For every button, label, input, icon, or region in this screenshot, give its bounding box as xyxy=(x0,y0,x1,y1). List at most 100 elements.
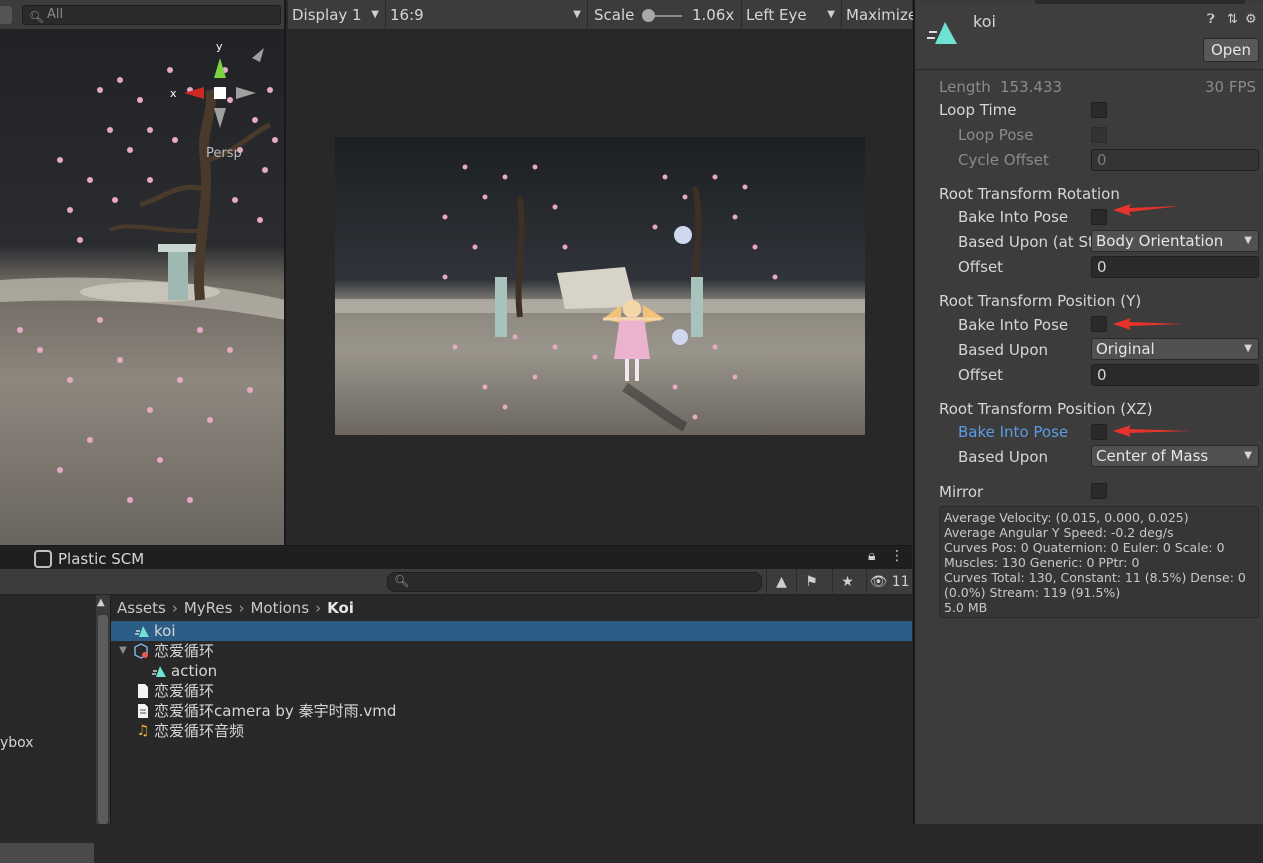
list-item[interactable]: 恋爱循环 xyxy=(111,681,912,701)
list-item[interactable]: ♫ 恋爱循环音频 xyxy=(111,721,912,741)
gizmo-x-label: x xyxy=(170,87,177,100)
expand-arrow-icon[interactable]: ▼ xyxy=(115,643,131,659)
maximize-toggle[interactable]: Maximize xyxy=(842,0,917,30)
loop-pose-checkbox[interactable] xyxy=(1091,127,1107,143)
model-prefab-icon xyxy=(134,643,148,659)
list-item[interactable]: ▼ 恋爱循环 xyxy=(111,641,912,661)
list-item[interactable]: 恋爱循环camera by 秦宇时雨.vmd xyxy=(111,701,912,721)
position-y-bake-checkbox[interactable] xyxy=(1091,316,1107,332)
aspect-dropdown[interactable]: 16:9 ▼ xyxy=(386,0,588,30)
position-y-based-upon-dropdown[interactable]: Original ▼ xyxy=(1091,338,1259,360)
root-rotation-header: Root Transform Rotation xyxy=(939,185,1120,203)
favorites-star-icon[interactable]: ★ xyxy=(832,569,862,595)
scale-knob[interactable] xyxy=(642,9,655,22)
rotation-offset-field[interactable]: 0 xyxy=(1091,256,1259,278)
cycle-offset-label: Cycle Offset xyxy=(958,151,1049,169)
rotation-bake-label: Bake Into Pose xyxy=(958,208,1069,226)
breadcrumb-koi[interactable]: Koi xyxy=(327,599,354,617)
rotation-based-upon-dropdown[interactable]: Body Orientation ▼ xyxy=(1091,230,1259,252)
tree-item-selected[interactable] xyxy=(0,843,94,863)
hierarchy-search-input[interactable]: 🔍︎ All xyxy=(22,5,281,25)
position-xz-based-upon-dropdown[interactable]: Center of Mass ▼ xyxy=(1091,445,1259,467)
mirror-checkbox[interactable] xyxy=(1091,483,1107,499)
scene-orientation-gizmo[interactable]: y x xyxy=(160,36,280,156)
breadcrumb: Assets › MyRes › Motions › Koi xyxy=(117,598,354,618)
animation-clip-icon xyxy=(927,22,957,44)
breadcrumb-motions[interactable]: Motions xyxy=(250,599,309,617)
position-xz-bake-checkbox[interactable] xyxy=(1091,424,1107,440)
help-icon[interactable]: ❓︎ xyxy=(1207,12,1215,27)
search-icon: 🔍︎ xyxy=(394,574,410,588)
position-y-offset-field[interactable]: 0 xyxy=(1091,364,1259,386)
more-menu-icon[interactable]: ⋮ xyxy=(890,548,904,564)
tab-plastic-scm[interactable]: Plastic SCM xyxy=(32,548,144,570)
tab-plastic-scm-label: Plastic SCM xyxy=(58,550,145,568)
gizmo-center[interactable] xyxy=(214,87,226,99)
audio-icon: ♫ xyxy=(136,723,150,739)
animation-clip-icon xyxy=(152,666,166,677)
position-y-based-upon-label: Based Upon xyxy=(958,341,1048,359)
list-item-label: 恋爱循环camera by 秦宇时雨.vmd xyxy=(154,702,397,720)
y-axis-cone[interactable] xyxy=(214,58,226,78)
position-y-offset-label: Offset xyxy=(958,366,1004,384)
project-toolbar: 🔍︎ ▲ ⚑ ★ 👁︎ 11 xyxy=(0,569,912,595)
eye-dropdown[interactable]: Left Eye ▼ xyxy=(742,0,842,30)
stats-line: Curves Total: 130, Constant: 11 (8.5%) D… xyxy=(944,570,1250,600)
position-xz-based-upon-value: Center of Mass xyxy=(1096,447,1209,465)
projection-label[interactable]: Persp xyxy=(206,146,242,161)
chevron-down-icon: ▼ xyxy=(573,9,581,20)
eye-slash-icon: 👁︎ xyxy=(869,574,888,590)
scene-view[interactable]: 🔍︎ All y x Persp xyxy=(0,0,286,545)
length-value: 153.433 xyxy=(1000,78,1063,96)
rotation-bake-checkbox[interactable] xyxy=(1091,209,1107,225)
list-item-label: 恋爱循环 xyxy=(154,642,215,660)
lock-icon[interactable]: 🔒︎ xyxy=(868,548,875,564)
loop-time-checkbox[interactable] xyxy=(1091,102,1107,118)
list-item[interactable]: action xyxy=(111,661,912,681)
project-search-input[interactable]: 🔍︎ xyxy=(387,572,762,592)
list-item[interactable]: koi xyxy=(111,621,912,641)
rotation-offset-label: Offset xyxy=(958,258,1004,276)
display-dropdown[interactable]: Display 1 ▼ xyxy=(288,0,386,30)
neg-x-axis-cone[interactable] xyxy=(236,87,256,99)
breadcrumb-myres[interactable]: MyRes xyxy=(184,599,233,617)
eye-label: Left Eye xyxy=(746,6,807,24)
tree-scrollbar-thumb[interactable] xyxy=(98,615,108,824)
tree-item-skybox[interactable]: ybox xyxy=(0,735,34,751)
open-button[interactable]: Open xyxy=(1203,38,1259,62)
scale-slider[interactable]: Scale 1.06x xyxy=(588,0,742,30)
preset-icon[interactable]: ⇅ xyxy=(1227,12,1238,27)
game-view[interactable]: Display 1 ▼ 16:9 ▼ Scale 1.06x Left Eye … xyxy=(288,0,917,545)
plastic-scm-icon xyxy=(34,550,52,568)
scale-label: Scale xyxy=(594,6,635,24)
game-toolbar: Display 1 ▼ 16:9 ▼ Scale 1.06x Left Eye … xyxy=(288,0,917,30)
cycle-offset-field[interactable]: 0 xyxy=(1091,149,1259,171)
z-axis-cone[interactable] xyxy=(252,48,264,62)
asset-title: koi xyxy=(973,12,996,31)
search-by-label-icon[interactable]: ⚑ xyxy=(796,569,826,595)
folder-tree[interactable]: ybox ▲ xyxy=(0,595,111,863)
loop-pose-label: Loop Pose xyxy=(958,126,1034,144)
gear-icon[interactable]: ⚙ xyxy=(1245,12,1257,27)
inspector-panel: koi ❓︎ ⇅ ⚙ Open Length 153.433 30 FPS Lo… xyxy=(913,0,1263,824)
annotation-arrow-icon xyxy=(1113,204,1181,216)
scene-tool-handle[interactable] xyxy=(0,6,12,24)
annotation-arrow-icon xyxy=(1113,318,1183,330)
gizmo-y-label: y xyxy=(216,40,223,53)
list-item-label: koi xyxy=(154,622,176,640)
scene-toolbar: 🔍︎ All xyxy=(0,0,284,30)
search-by-type-icon[interactable]: ▲ xyxy=(766,569,796,595)
neg-y-axis-cone[interactable] xyxy=(214,108,226,128)
scroll-up-arrow-icon[interactable]: ▲ xyxy=(97,597,105,608)
hidden-packages-toggle[interactable]: 👁︎ 11 xyxy=(866,569,912,595)
stats-line: 5.0 MB xyxy=(944,600,988,615)
chevron-right-icon: › xyxy=(315,599,322,617)
position-xz-based-upon-label: Based Upon xyxy=(958,448,1048,466)
breadcrumb-assets[interactable]: Assets xyxy=(117,599,166,617)
clip-stats-box: Average Velocity: (0.015, 0.000, 0.025) … xyxy=(939,506,1259,618)
document-icon xyxy=(138,684,148,698)
game-render[interactable] xyxy=(335,137,865,435)
position-y-bake-label: Bake Into Pose xyxy=(958,316,1069,334)
x-axis-cone[interactable] xyxy=(184,87,204,99)
fps-value: 30 FPS xyxy=(1205,78,1257,96)
